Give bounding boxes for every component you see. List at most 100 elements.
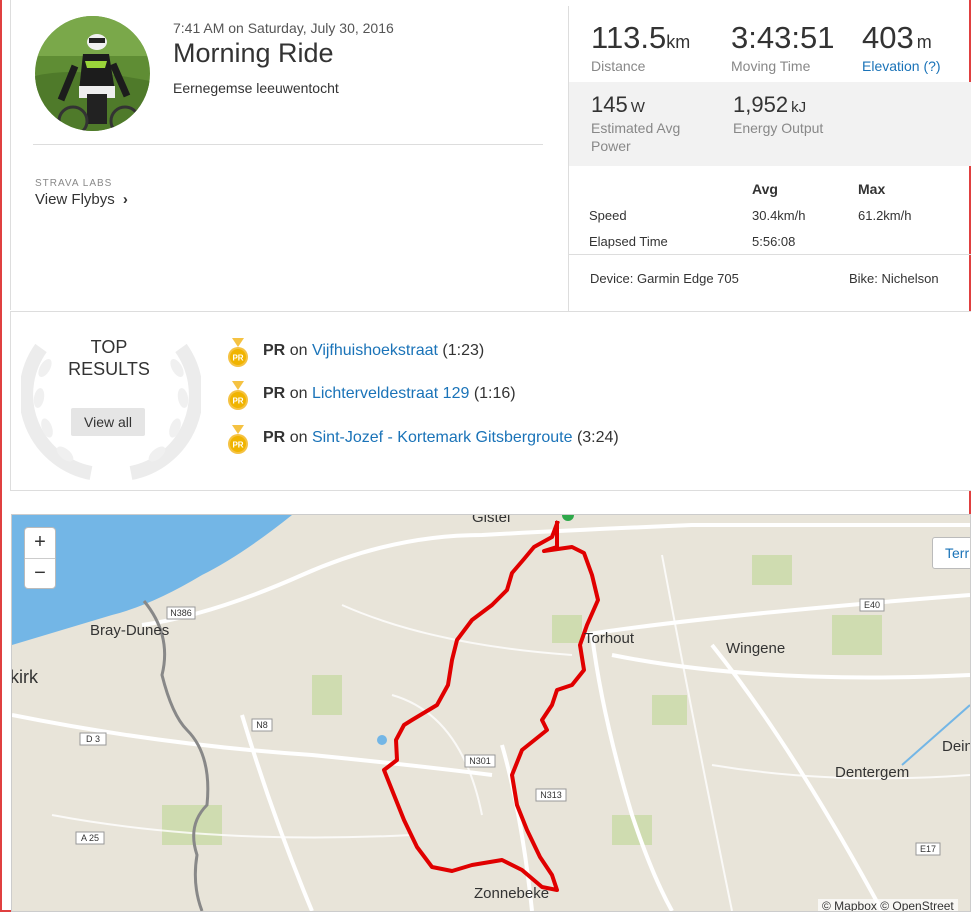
elevation-unit: m <box>916 32 932 52</box>
place-label: Torhout <box>584 630 635 647</box>
stat-moving-time: 3:43:51 Moving Time <box>731 20 834 74</box>
power-value: 145 <box>591 92 628 117</box>
stat-elevation: 403 m Elevation (?) <box>862 20 941 74</box>
moving-time-value: 3:43:51 <box>731 20 835 55</box>
segment-link[interactable]: Lichterveldestraat 129 <box>312 385 469 402</box>
secondary-stats: 145 W Estimated Avg Power 1,952 kJ Energy … <box>569 82 971 166</box>
activity-header: 7:41 AM on Saturday, July 30, 2016 Morni… <box>10 0 569 310</box>
window-edge-left <box>0 0 2 912</box>
chevron-right-icon: › <box>122 191 128 208</box>
table-header-row: Avg Max <box>589 176 911 202</box>
stat-energy: 1,952 kJ Energy Output <box>733 92 823 136</box>
pr-text: PR on Lichterveldestraat 129 (1:16) <box>263 385 516 403</box>
road-label: N8 <box>256 720 268 730</box>
pr-prep: on <box>289 429 308 446</box>
view-flybys-link[interactable]: View Flybys › <box>35 191 128 208</box>
pr-badge: PR <box>263 342 286 359</box>
power-label-2: Power <box>591 138 631 154</box>
view-all-button[interactable]: View all <box>71 408 145 436</box>
pr-medal-text: PR <box>232 354 243 363</box>
power-label-1: Estimated Avg <box>591 120 681 136</box>
lake <box>377 735 387 745</box>
pr-medal-text: PR <box>232 441 243 450</box>
place-label: Wingene <box>726 640 785 657</box>
pr-medal-icon: PR <box>228 381 248 410</box>
row-avg: 5:56:08 <box>752 233 796 249</box>
top-results-title-line2: RESULTS <box>68 359 150 379</box>
road-label: E40 <box>864 600 880 610</box>
road-label: N386 <box>170 608 192 618</box>
pr-prep: on <box>289 385 308 402</box>
power-unit: W <box>630 99 645 116</box>
road-label: D 3 <box>86 734 100 744</box>
place-label: Deinz <box>942 738 970 755</box>
place-label: Gistel <box>472 515 510 526</box>
top-results-title: TOP RESULTS <box>49 336 169 380</box>
stat-distance: 113.5km Distance <box>591 20 690 74</box>
distance-value: 113.5 <box>591 20 667 55</box>
road-label: E17 <box>920 844 936 854</box>
athlete-avatar[interactable] <box>35 16 150 131</box>
top-results-panel: TOP RESULTS View all PR PR on Vijfhuisho… <box>10 311 971 491</box>
zoom-out-button[interactable]: − <box>25 559 55 589</box>
view-flybys-label: View Flybys <box>35 191 115 208</box>
elevation-help-link[interactable]: Elevation (?) <box>862 58 941 74</box>
pr-medal-text: PR <box>232 397 243 406</box>
stat-power: 145 W Estimated Avg Power <box>591 92 680 154</box>
top-results-title-line1: TOP <box>90 337 128 357</box>
table-header-avg: Avg <box>752 181 778 197</box>
energy-unit: kJ <box>791 99 807 116</box>
activity-title: Morning Ride <box>173 38 334 68</box>
activity-datetime: 7:41 AM on Saturday, July 30, 2016 <box>173 20 394 36</box>
table-header-max: Max <box>858 181 886 197</box>
elevation-value: 403 <box>862 20 914 55</box>
pr-time: (1:23) <box>442 342 485 359</box>
distance-label: Distance <box>591 58 646 74</box>
map-canvas[interactable]: N386 D 3 N8 A 25 N301 N313 E40 E17 Giste… <box>12 515 970 911</box>
strava-labs-tag: STRAVA LABS <box>35 178 113 189</box>
row-max: 61.2km/h <box>858 207 912 223</box>
terrain-toggle-button[interactable]: Terr <box>932 537 970 569</box>
detail-table: Avg Max Speed 30.4km/h 61.2km/h Elapsed … <box>589 176 911 254</box>
moving-time-label: Moving Time <box>731 58 811 74</box>
pr-text: PR on Sint-Jozef - Kortemark Gitsbergrou… <box>263 429 619 447</box>
distance-unit: km <box>666 32 691 52</box>
table-header-empty <box>589 176 752 202</box>
segment-link[interactable]: Sint-Jozef - Kortemark Gitsbergroute <box>312 429 573 446</box>
energy-label: Energy Output <box>733 120 824 136</box>
table-row: Elapsed Time 5:56:08 <box>589 228 911 254</box>
zoom-in-button[interactable]: + <box>25 528 55 559</box>
route-map[interactable]: N386 D 3 N8 A 25 N301 N313 E40 E17 Giste… <box>11 514 971 912</box>
pr-badge: PR <box>263 429 286 446</box>
activity-description: Eernegemse leeuwentocht <box>173 80 339 96</box>
road-label: A 25 <box>81 833 99 843</box>
table-row: Speed 30.4km/h 61.2km/h <box>589 202 911 228</box>
pr-time: (1:16) <box>473 385 516 402</box>
pr-medal-icon: PR <box>228 425 248 454</box>
road-label: N301 <box>469 756 491 766</box>
pr-time: (3:24) <box>576 429 619 446</box>
row-avg: 30.4km/h <box>752 207 806 223</box>
stats-panel: 113.5km Distance 3:43:51 Moving Time 403… <box>568 6 971 311</box>
pr-prep: on <box>289 342 308 359</box>
row-label: Elapsed Time <box>589 233 668 249</box>
place-label: Bray-Dunes <box>90 622 169 639</box>
pr-text: PR on Vijfhuishoekstraat (1:23) <box>263 342 484 360</box>
place-label: Zonnebeke <box>474 885 549 902</box>
place-label: Dentergem <box>835 764 909 781</box>
segment-link[interactable]: Vijfhuishoekstraat <box>312 342 438 359</box>
device-divider <box>569 254 971 255</box>
device-info: Device: Garmin Edge 705 <box>590 271 739 286</box>
zoom-control: + − <box>24 527 56 589</box>
energy-value: 1,952 <box>733 92 789 117</box>
row-label: Speed <box>589 207 627 223</box>
road-label: N313 <box>540 790 562 800</box>
laurel-wreath-icon <box>21 343 201 480</box>
row-max <box>858 228 911 254</box>
header-divider <box>33 144 543 145</box>
pr-badge: PR <box>263 385 286 402</box>
map-attribution[interactable]: © Mapbox © OpenStreet <box>818 899 958 911</box>
place-label: kirk <box>12 667 39 687</box>
pr-medal-icon: PR <box>228 338 248 367</box>
bike-info: Bike: Nichelson <box>849 271 939 286</box>
